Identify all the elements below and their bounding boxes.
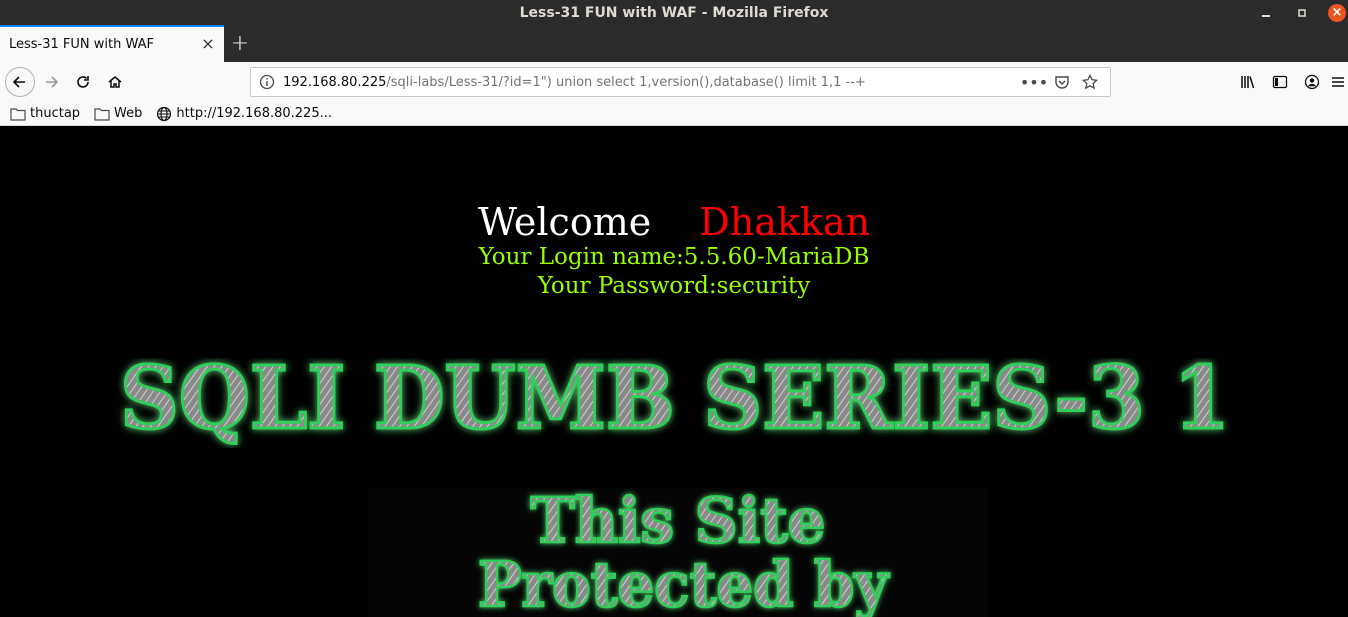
navigation-toolbar: 192.168.80.225/sqli-labs/Less-31/?id=1")… bbox=[0, 62, 1348, 102]
bookmark-star-button[interactable] bbox=[1076, 74, 1104, 90]
url-bar[interactable]: 192.168.80.225/sqli-labs/Less-31/?id=1")… bbox=[250, 67, 1111, 97]
toolbar-right bbox=[1232, 66, 1348, 98]
bookmarks-toolbar: thuctap Web http://192.168.80.225... bbox=[0, 102, 1348, 126]
globe-icon bbox=[157, 106, 172, 121]
home-button[interactable] bbox=[99, 66, 131, 98]
sidebar-icon bbox=[1272, 75, 1288, 89]
more-horizontal-icon: ••• bbox=[1019, 72, 1049, 92]
close-icon: × bbox=[1331, 5, 1343, 20]
bookmark-label: thuctap bbox=[30, 106, 81, 121]
info-icon bbox=[259, 74, 275, 90]
pocket-icon bbox=[1055, 76, 1069, 89]
window-controls: × bbox=[1248, 0, 1348, 25]
waf-line-1: This Site bbox=[531, 488, 826, 557]
maximize-icon bbox=[1298, 8, 1306, 17]
sidebar-button[interactable] bbox=[1264, 66, 1296, 98]
maximize-button[interactable] bbox=[1292, 3, 1312, 23]
url-path: /sqli-labs/Less-31/?id=1") union select … bbox=[386, 74, 866, 90]
bookmark-label: http://192.168.80.225... bbox=[176, 106, 332, 121]
menu-button[interactable] bbox=[1328, 66, 1348, 98]
tab-strip: Less-31 FUN with WAF × + bbox=[0, 25, 1348, 62]
account-icon bbox=[1304, 74, 1320, 90]
series-banner-image: SQLI DUMB SERIES-3 1 bbox=[119, 358, 1232, 448]
bookmark-item-web[interactable]: Web bbox=[94, 106, 142, 121]
minimize-icon bbox=[1262, 14, 1270, 17]
password-line: Your Password:security bbox=[537, 273, 811, 299]
bookmark-label: Web bbox=[114, 106, 143, 121]
bookmark-item-url[interactable]: http://192.168.80.225... bbox=[156, 106, 332, 122]
url-actions: ••• bbox=[1020, 73, 1104, 92]
hamburger-menu-icon bbox=[1332, 77, 1344, 87]
tab-title: Less-31 FUN with WAF bbox=[9, 37, 154, 52]
window-titlebar: Less-31 FUN with WAF - Mozilla Firefox × bbox=[0, 0, 1348, 25]
url-text[interactable]: 192.168.80.225/sqli-labs/Less-31/?id=1")… bbox=[283, 75, 1020, 90]
banner-text: SQLI DUMB SERIES-3 1 bbox=[120, 358, 1230, 448]
arrow-left-icon bbox=[12, 76, 25, 88]
folder-icon bbox=[94, 107, 110, 121]
page-actions-button[interactable]: ••• bbox=[1020, 73, 1048, 92]
welcome-text: Welcome bbox=[477, 200, 652, 244]
pocket-button[interactable] bbox=[1048, 74, 1076, 90]
folder-icon bbox=[10, 107, 26, 121]
new-tab-button[interactable]: + bbox=[224, 25, 256, 62]
bookmark-item-thuctap[interactable]: thuctap bbox=[10, 106, 80, 121]
page-content: Welcome Dhakkan Your Login name:5.5.60-Ma… bbox=[0, 126, 1348, 617]
home-icon bbox=[108, 76, 122, 88]
tab-active[interactable]: Less-31 FUN with WAF × bbox=[0, 25, 224, 62]
arrow-right-icon bbox=[46, 76, 59, 88]
welcome-heading: Welcome Dhakkan bbox=[0, 200, 1348, 244]
waf-line-2: Protected by bbox=[478, 548, 890, 617]
url-host: 192.168.80.225 bbox=[283, 74, 387, 90]
library-button[interactable] bbox=[1232, 66, 1264, 98]
forward-button[interactable] bbox=[35, 66, 67, 98]
minimize-button[interactable] bbox=[1256, 3, 1276, 23]
reload-icon bbox=[77, 76, 89, 88]
reload-button[interactable] bbox=[67, 66, 99, 98]
close-window-button[interactable]: × bbox=[1328, 3, 1346, 22]
account-button[interactable] bbox=[1296, 66, 1328, 98]
star-icon bbox=[1082, 74, 1098, 90]
library-icon bbox=[1241, 76, 1255, 89]
welcome-name: Dhakkan bbox=[699, 200, 871, 244]
back-button[interactable] bbox=[5, 67, 35, 97]
waf-banner-box: This Site Protected by bbox=[368, 483, 988, 617]
plus-icon: + bbox=[230, 31, 250, 56]
tab-close-icon[interactable]: × bbox=[200, 35, 216, 53]
login-name-line: Your Login name:5.5.60-MariaDB bbox=[478, 244, 870, 270]
window-title: Less-31 FUN with WAF - Mozilla Firefox bbox=[519, 4, 829, 21]
waf-banner-image: This Site Protected by bbox=[477, 483, 891, 617]
